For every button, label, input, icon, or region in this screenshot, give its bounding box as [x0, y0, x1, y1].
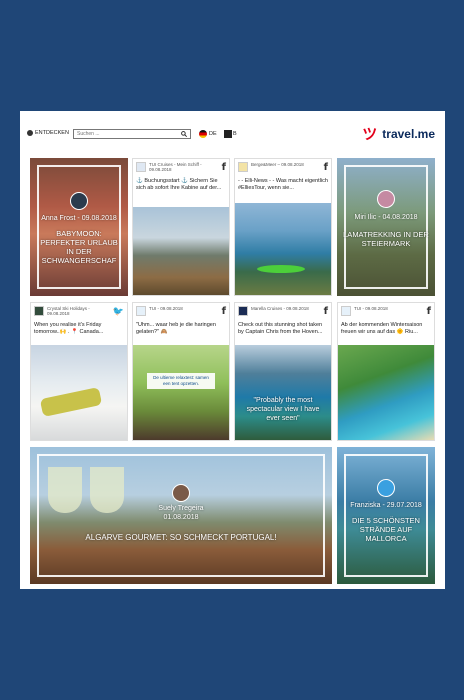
post-text: When you realise it's Friday tomorrow..🙌…	[34, 322, 104, 335]
feature-title: LAMATREKKING IN DER STEIERMARK	[343, 230, 429, 248]
info-icon	[224, 130, 232, 138]
search-box[interactable]	[73, 129, 191, 139]
top-bar: ENTDECKEN DE B ツ travel.me	[20, 111, 445, 153]
info-button[interactable]: B	[224, 130, 237, 138]
post-card[interactable]: Marella Cruises - 09.08.2018 f Check out…	[234, 302, 332, 441]
brand-name: travel.me	[382, 126, 435, 141]
german-flag-icon	[199, 130, 207, 138]
post-source: Marella Cruises - 09.08.2018	[251, 306, 309, 311]
feature-byline: Miri Ilic - 04.08.2018	[354, 214, 418, 221]
avatar	[70, 192, 88, 210]
social-wall-frame: ENTDECKEN DE B ツ travel.me Anna Frost - …	[20, 111, 445, 589]
post-source: Crystal Ski Holidays - 09.08.2018	[47, 306, 90, 317]
source-logo-icon	[34, 306, 44, 316]
feature-tile-algarve[interactable]: Suely Tregeira 01.08.2018 ALGARVE GOURME…	[30, 447, 332, 584]
source-logo-icon	[136, 162, 146, 172]
skier-shape	[39, 386, 103, 418]
avatar	[172, 484, 190, 502]
post-image[interactable]: De ultieme relaxtest: samen een tent opz…	[133, 345, 229, 440]
post-text: ⚓ Buchungsstart ⚓ Sichern Sie sich ab so…	[136, 178, 222, 191]
post-card[interactable]: TUI - 09.08.2018 f "Uhm... waar heb je d…	[132, 302, 230, 441]
post-source: Berge&Meer – 09.08.2018	[251, 162, 304, 167]
post-header: TUI - 09.08.2018 f	[341, 306, 431, 320]
feature-byline: Anna Frost - 09.08.2018	[41, 215, 117, 222]
facebook-icon[interactable]: f	[222, 306, 226, 317]
facebook-icon[interactable]: f	[324, 162, 328, 173]
post-image[interactable]	[235, 203, 331, 295]
facebook-icon[interactable]: f	[324, 306, 328, 317]
post-header: TUI - 09.08.2018 f	[136, 306, 226, 320]
post-header: Crystal Ski Holidays - 09.08.2018 🐦	[34, 306, 124, 320]
post-text: - - Elli-News - - Was macht eigentlich #…	[238, 178, 328, 191]
post-header: Marella Cruises - 09.08.2018 f	[238, 306, 328, 320]
feature-border	[37, 165, 121, 289]
post-image[interactable]: "Probably the most spectacular view I ha…	[235, 345, 331, 440]
post-source: TUI Cruises - Mein Schiff - 09.08.2018	[149, 162, 202, 173]
post-text: Check out this stunning shot taken by Ca…	[238, 322, 323, 335]
post-header: TUI Cruises - Mein Schiff - 09.08.2018 f	[136, 162, 226, 176]
feature-title: DIE 5 SCHÖNSTEN STRÄNDE AUF MALLORCA	[352, 516, 420, 543]
search-input[interactable]	[77, 131, 177, 137]
brand-logo[interactable]: ツ travel.me	[362, 123, 435, 144]
entdecken-link[interactable]: ENTDECKEN	[27, 130, 69, 136]
feature-border	[344, 165, 428, 289]
feature-author: Suely Tregeira	[158, 505, 204, 512]
post-source: TUI - 09.08.2018	[354, 306, 388, 311]
feature-tile-babymoon[interactable]: Anna Frost - 09.08.2018 BABYMOON: PERFEK…	[30, 158, 128, 296]
source-logo-icon	[238, 162, 248, 172]
feature-title: BABYMOON: PERFEKTER URLAUB IN DER SCHWAN…	[40, 229, 118, 265]
kayak-shape	[257, 265, 305, 273]
globe-icon	[27, 130, 33, 136]
feature-title: ALGARVE GOURMET: SO SCHMECKT PORTUGAL!	[85, 533, 277, 542]
twitter-icon[interactable]: 🐦	[113, 306, 124, 317]
source-logo-icon	[341, 306, 351, 316]
post-text: "Uhm... waar heb je die haringen gelaten…	[136, 322, 216, 335]
avatar	[377, 190, 395, 208]
facebook-icon[interactable]: f	[427, 306, 431, 317]
post-text: Ab der kommenden Wintersaison freuen wir…	[341, 322, 423, 335]
avatar	[377, 479, 395, 497]
facebook-icon[interactable]: f	[222, 162, 226, 173]
source-logo-icon	[238, 306, 248, 316]
feature-date: 01.08.2018	[163, 514, 199, 521]
post-image[interactable]	[338, 345, 434, 440]
post-image[interactable]	[133, 207, 229, 295]
feature-byline: Franziska - 29.07.2018	[350, 502, 422, 509]
search-icon[interactable]	[181, 131, 187, 137]
post-card[interactable]: TUI - 09.08.2018 f Ab der kommenden Wint…	[337, 302, 435, 441]
feature-tile-mallorca[interactable]: Franziska - 29.07.2018 DIE 5 SCHÖNSTEN S…	[337, 447, 435, 584]
info-label: B	[233, 131, 237, 137]
feature-tile-lamatrekking[interactable]: Miri Ilic - 04.08.2018 LAMATREKKING IN D…	[337, 158, 435, 296]
language-selector[interactable]: DE	[199, 130, 217, 138]
language-label: DE	[209, 131, 217, 137]
post-source: TUI - 09.08.2018	[149, 306, 183, 311]
tui-smile-icon: ツ	[362, 126, 378, 143]
post-card[interactable]: TUI Cruises - Mein Schiff - 09.08.2018 f…	[132, 158, 230, 296]
image-quote: "Probably the most spectacular view I ha…	[246, 397, 320, 422]
post-header: Berge&Meer – 09.08.2018 f	[238, 162, 328, 176]
source-logo-icon	[136, 306, 146, 316]
image-caption: De ultieme relaxtest: samen een tent opz…	[147, 373, 215, 389]
post-card[interactable]: Berge&Meer – 09.08.2018 f - - Elli-News …	[234, 158, 332, 296]
entdecken-label: ENTDECKEN	[35, 130, 69, 136]
post-card[interactable]: Crystal Ski Holidays - 09.08.2018 🐦 When…	[30, 302, 128, 441]
post-image[interactable]	[31, 345, 127, 440]
